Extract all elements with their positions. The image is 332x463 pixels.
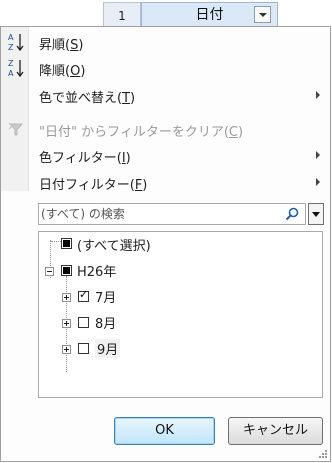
month-label: 9月 [95,339,121,358]
resize-grip-icon[interactable] [318,449,328,459]
header-cell-label: 日付 [195,7,224,23]
tree-item-select-all[interactable]: (すべて選択) [61,234,261,254]
sort-desc-label: 降順( [39,64,71,79]
select-all-checkbox[interactable] [61,238,72,249]
menu-item-color-filter[interactable]: 色フィルター(I) [1,142,330,168]
menu-item-date-filter[interactable]: 日付フィルター(F) [1,169,330,195]
expand-icon[interactable] [62,319,71,328]
month-label: 8月 [95,317,117,332]
date-filter-tail: ) [142,178,148,193]
sort-desc-accel: O [70,64,81,79]
svg-text:A: A [8,33,14,42]
menu-item-sort-by-color[interactable]: 色で並べ替え(T) [1,82,330,108]
ok-button[interactable]: OK [114,417,215,445]
submenu-arrow-icon [316,151,320,159]
search-scope-dropdown[interactable] [308,203,324,225]
filter-search-input[interactable] [41,205,277,223]
collapse-icon[interactable] [45,267,54,276]
clear-filter-icon [8,122,23,136]
header-cell-date[interactable]: 日付 [141,2,278,28]
submenu-arrow-icon [316,91,320,99]
month-checkbox[interactable] [78,343,89,354]
cancel-button[interactable]: キャンセル [228,417,323,445]
autofilter-menu: A Z 昇順(S) Z A 降順(O) 色で並べ替え(T) "日付" からフィル… [0,26,331,462]
submenu-arrow-icon [316,178,320,186]
sort-desc-tail: ) [80,64,86,79]
tree-connector [51,241,61,242]
sort-asc-tail: ) [78,38,84,53]
filter-search-box[interactable] [38,203,306,225]
color-filter-tail: ) [125,151,131,166]
color-filter-label: 色フィルター( [39,151,122,166]
year-label: H26年 [77,265,117,280]
magnifier-icon [285,207,299,221]
expand-icon[interactable] [62,345,71,354]
month-checkbox[interactable] [78,288,89,302]
svg-text:Z: Z [8,59,14,68]
row-number-cell: 1 [103,2,141,28]
svg-text:A: A [8,69,14,78]
tree-item-year[interactable]: H26年 [45,260,245,280]
svg-text:Z: Z [8,43,14,52]
sort-by-color-tail: ) [130,91,136,106]
clear-filter-accel: C [228,125,238,140]
clear-filter-tail: ) [237,125,244,140]
menu-item-sort-desc[interactable]: Z A 降順(O) [1,55,330,81]
sort-by-color-label: 色で並べ替え( [39,91,123,106]
filter-value-tree[interactable]: (すべて選択) H26年 7月 8月 9月 [38,231,323,398]
menu-item-clear-filter: "日付" からフィルターをクリア(C) [1,116,330,142]
month-label: 7月 [95,291,117,306]
sort-asc-label: 昇順( [39,38,71,53]
sort-desc-icon: Z A [8,59,24,78]
menu-item-sort-asc[interactable]: A Z 昇順(S) [1,29,330,55]
tree-item-month[interactable]: 9月 [62,338,182,358]
sort-asc-icon: A Z [8,33,24,52]
month-checkbox[interactable] [78,317,89,328]
expand-icon[interactable] [62,293,71,302]
tree-item-month[interactable]: 8月 [62,312,182,332]
clear-filter-label: "日付" からフィルターをクリア( [39,125,229,140]
year-checkbox[interactable] [61,265,72,276]
sort-by-color-accel: T [122,91,131,106]
select-all-label: (すべて選択) [77,239,151,254]
date-filter-label: 日付フィルター( [39,178,135,193]
tree-item-month[interactable]: 7月 [62,286,182,306]
filter-dropdown-button[interactable] [254,6,271,23]
